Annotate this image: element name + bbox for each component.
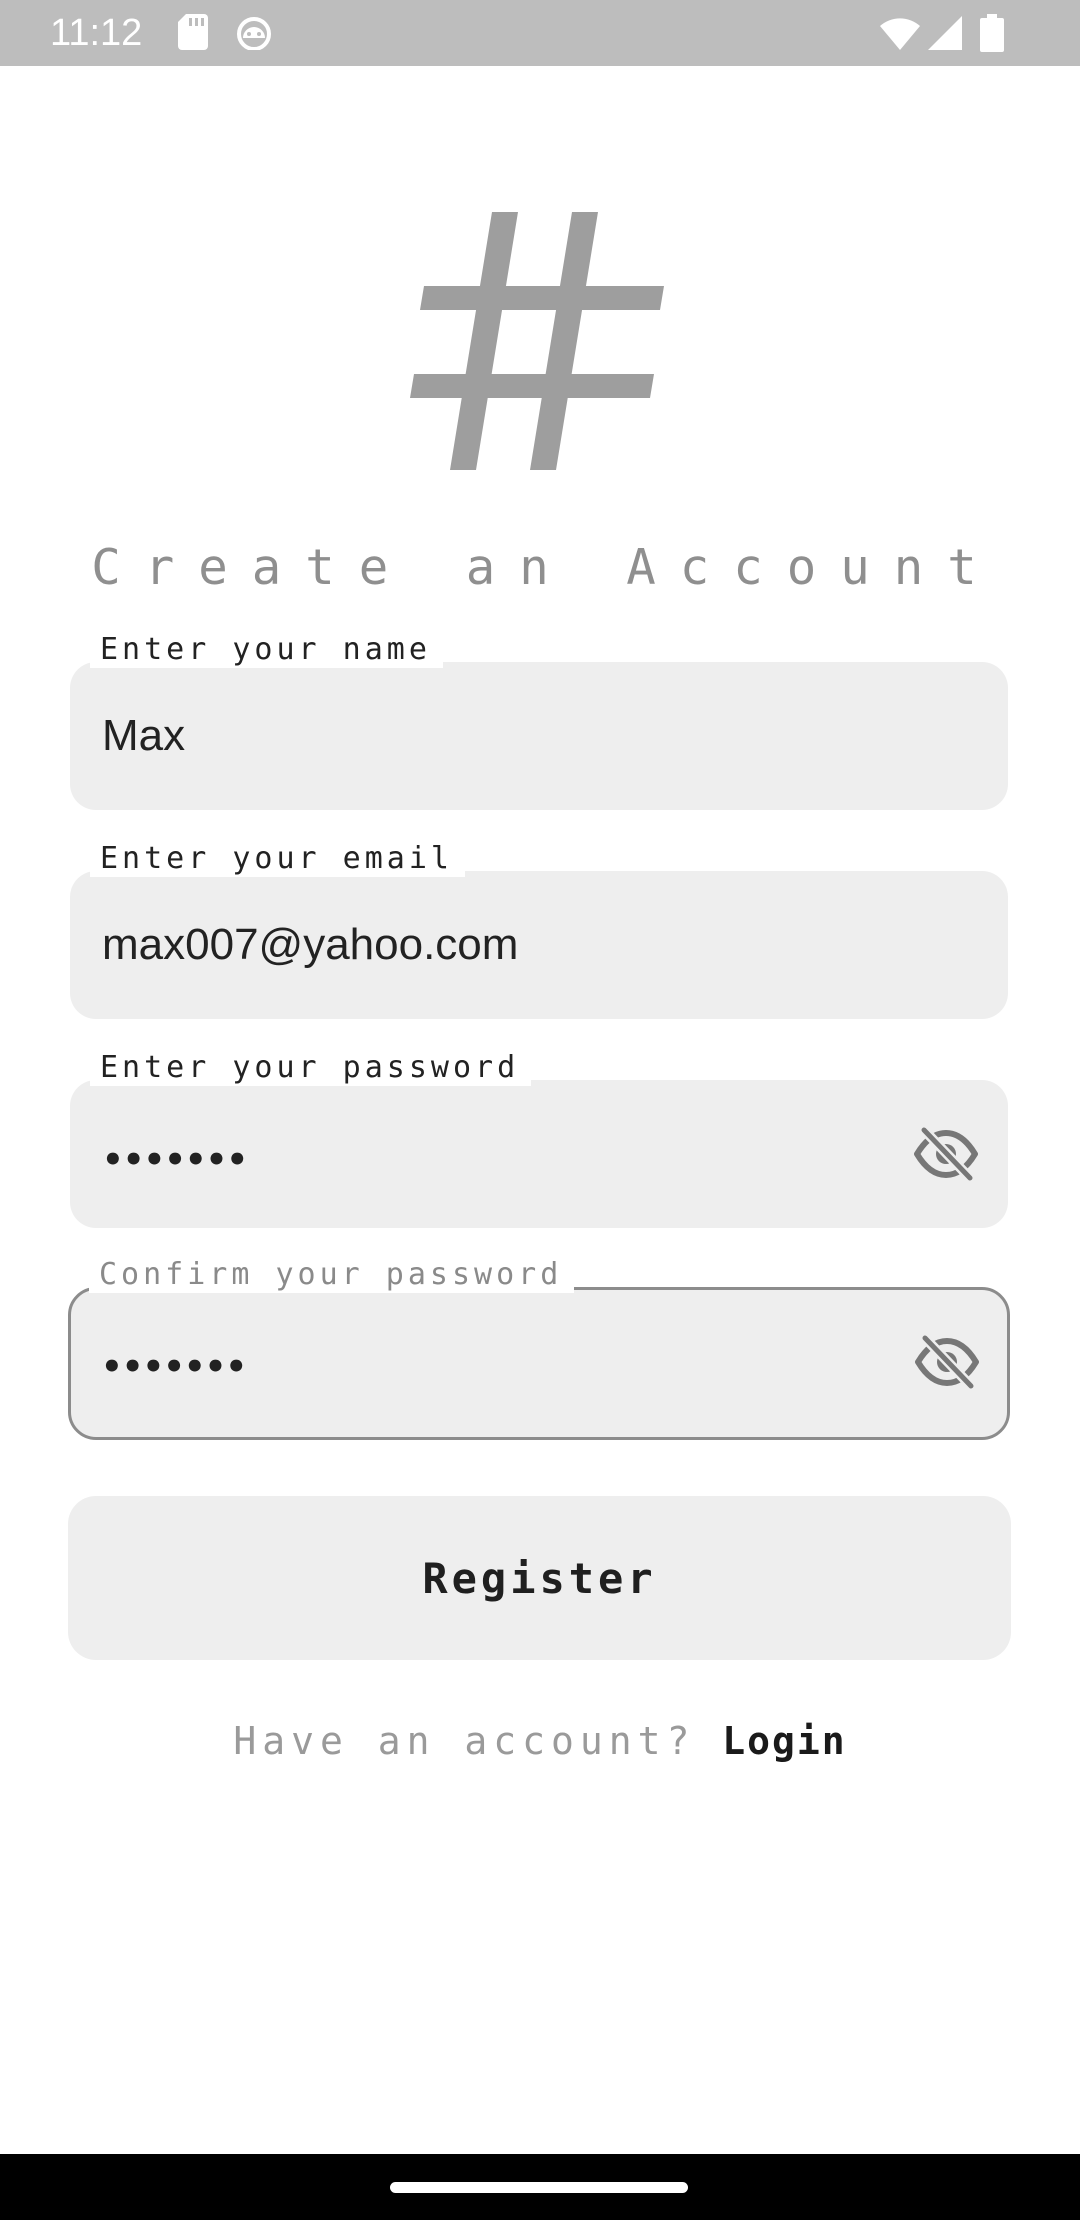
signal-icon: [928, 16, 962, 50]
wifi-icon: [880, 18, 920, 50]
confirm-password-field[interactable]: Confirm your password •••••••: [68, 1255, 1010, 1440]
name-field-label: Enter your name: [90, 630, 443, 668]
login-row: Have an account? Login: [0, 1716, 1080, 1766]
name-field[interactable]: Enter your name Max: [70, 630, 1008, 810]
status-time: 11:12: [50, 12, 143, 54]
email-field[interactable]: Enter your email max007@yahoo.com: [70, 839, 1008, 1019]
register-screen: 11:12 Create an Account Enter your name …: [0, 0, 1080, 2220]
eye-off-icon[interactable]: [915, 1334, 979, 1390]
sd-card-icon: [178, 14, 208, 50]
register-button[interactable]: Register: [68, 1496, 1011, 1660]
eye-off-icon[interactable]: [914, 1126, 978, 1182]
home-gesture-handle[interactable]: [390, 2182, 688, 2193]
confirm-password-field-value[interactable]: •••••••: [101, 1347, 247, 1387]
android-debug-icon: [237, 17, 271, 50]
name-field-value[interactable]: Max: [102, 706, 185, 766]
battery-icon: [980, 14, 1004, 52]
password-field-label: Enter your password: [90, 1048, 532, 1086]
login-prompt: Have an account?: [233, 1719, 696, 1763]
hash-icon: [410, 212, 664, 470]
email-field-value[interactable]: max007@yahoo.com: [102, 915, 518, 975]
email-field-label: Enter your email: [90, 839, 465, 877]
password-field-value[interactable]: •••••••: [102, 1140, 248, 1180]
navigation-bar: [0, 2154, 1080, 2220]
status-bar: 11:12: [0, 0, 1080, 66]
page-title: Create an Account: [91, 539, 1001, 596]
confirm-password-field-label: Confirm your password: [89, 1255, 575, 1293]
password-field[interactable]: Enter your password •••••••: [70, 1048, 1008, 1228]
login-link[interactable]: Login: [722, 1719, 846, 1763]
